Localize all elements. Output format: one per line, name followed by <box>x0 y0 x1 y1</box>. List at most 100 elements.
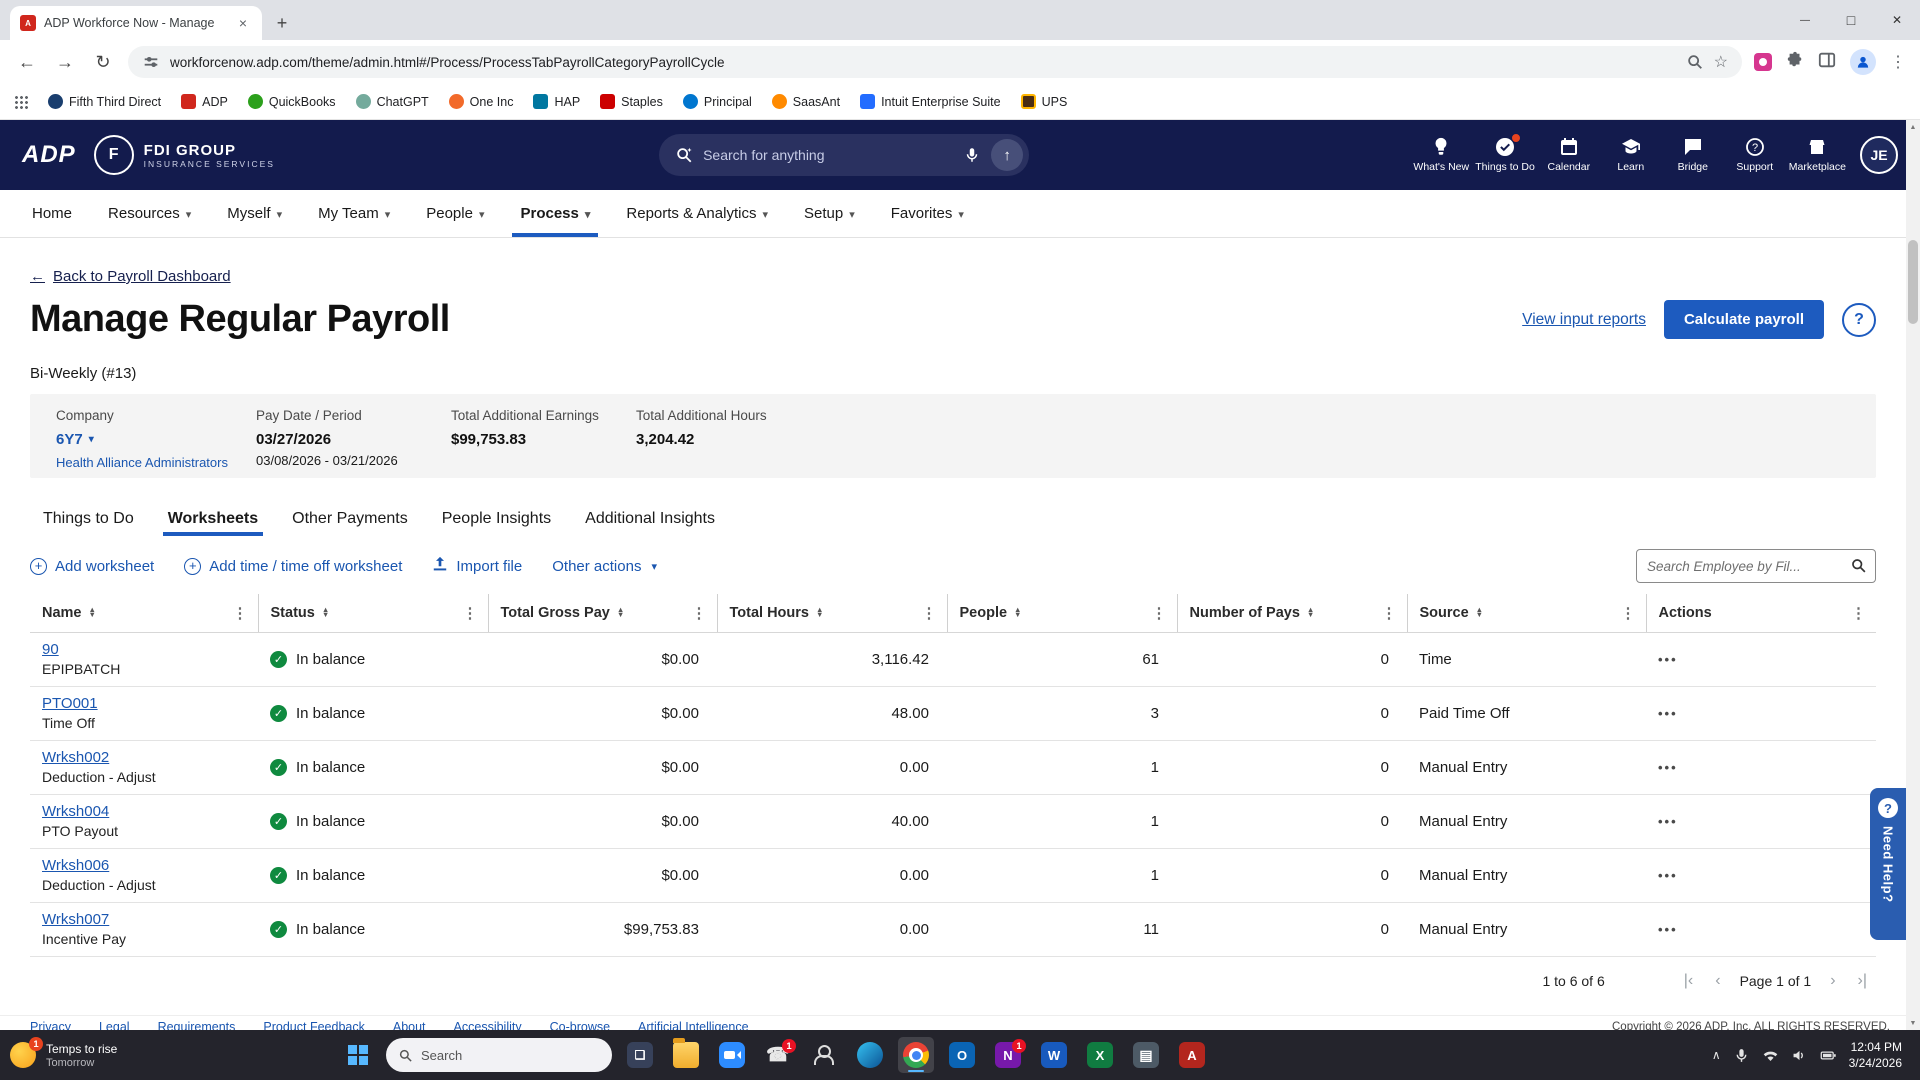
search-submit-button[interactable] <box>991 139 1023 171</box>
onenote-button[interactable]: 1 <box>990 1037 1026 1073</box>
column-header-people[interactable]: People <box>947 594 1177 632</box>
start-button[interactable] <box>340 1037 376 1073</box>
previous-page-button[interactable] <box>1712 972 1723 990</box>
zoom-app-button[interactable] <box>714 1037 750 1073</box>
taskbar-search-input[interactable] <box>421 1048 571 1063</box>
column-header-status[interactable]: Status <box>258 594 488 632</box>
column-menu-icon[interactable] <box>229 604 252 622</box>
tab-close-icon[interactable] <box>234 14 252 32</box>
window-maximize-button[interactable] <box>1828 0 1874 40</box>
bookmark-quickbooks[interactable]: QuickBooks <box>248 94 336 109</box>
bookmark-star-icon[interactable] <box>1714 52 1728 72</box>
task-view-button[interactable] <box>622 1037 658 1073</box>
footer-ai-link[interactable]: Artificial Intelligence <box>638 1018 748 1030</box>
taskbar-clock[interactable]: 12:04 PM 3/24/2026 <box>1849 1039 1902 1071</box>
last-page-button[interactable] <box>1855 972 1870 990</box>
footer-privacy-link[interactable]: Privacy <box>30 1018 71 1030</box>
scrollbar-thumb[interactable] <box>1908 240 1918 324</box>
chrome-button[interactable] <box>898 1037 934 1073</box>
nav-favorites[interactable]: Favorites <box>873 190 982 237</box>
column-header-name[interactable]: Name <box>30 594 258 632</box>
back-to-payroll-dashboard-link[interactable]: Back to Payroll Dashboard <box>30 268 231 285</box>
bookmark-chatgpt[interactable]: ChatGPT <box>356 94 429 109</box>
file-explorer-button[interactable] <box>668 1037 704 1073</box>
edge-button[interactable] <box>852 1037 888 1073</box>
weather-widget[interactable]: 1 Temps to rise Tomorrow <box>10 1042 210 1069</box>
browser-menu-icon[interactable] <box>1890 52 1906 72</box>
row-actions-button[interactable] <box>1658 922 1678 937</box>
footer-legal-link[interactable]: Legal <box>99 1018 130 1030</box>
bookmark-principal[interactable]: Principal <box>683 94 752 109</box>
row-actions-button[interactable] <box>1658 706 1678 721</box>
worksheet-link[interactable]: Wrksh007 <box>42 911 109 928</box>
footer-product-feedback-link[interactable]: Product Feedback <box>263 1018 364 1030</box>
calendar-button[interactable]: Calendar <box>1541 137 1597 173</box>
nav-people[interactable]: People <box>408 190 502 237</box>
column-menu-icon[interactable] <box>918 604 941 622</box>
add-worksheet-button[interactable]: Add worksheet <box>30 558 154 575</box>
microphone-icon[interactable] <box>1733 1047 1750 1064</box>
column-header-number-of-pays[interactable]: Number of Pays <box>1177 594 1407 632</box>
column-header-source[interactable]: Source <box>1407 594 1646 632</box>
column-menu-icon[interactable] <box>1378 604 1401 622</box>
nav-process[interactable]: Process <box>502 190 608 237</box>
browser-tab[interactable]: ADP Workforce Now - Manage <box>10 6 262 40</box>
footer-requirements-link[interactable]: Requirements <box>158 1018 236 1030</box>
footer-cobrowse-link[interactable]: Co-browse <box>550 1018 610 1030</box>
import-file-button[interactable]: Import file <box>432 556 522 576</box>
new-tab-button[interactable] <box>268 9 296 37</box>
sort-icon[interactable] <box>322 608 329 617</box>
bookmark-ups[interactable]: UPS <box>1021 94 1068 109</box>
tab-other-payments[interactable]: Other Payments <box>279 502 421 536</box>
side-panel-icon[interactable] <box>1818 51 1836 74</box>
bridge-button[interactable]: Bridge <box>1665 137 1721 173</box>
whats-new-button[interactable]: What's New <box>1413 137 1469 173</box>
footer-about-link[interactable]: About <box>393 1018 426 1030</box>
help-button[interactable] <box>1842 303 1876 337</box>
support-button[interactable]: ? Support <box>1727 137 1783 173</box>
wifi-icon[interactable] <box>1762 1047 1779 1064</box>
bookmark-one-inc[interactable]: One Inc <box>449 94 514 109</box>
tab-worksheets[interactable]: Worksheets <box>155 502 271 536</box>
apps-grid-icon[interactable] <box>14 95 28 109</box>
nav-my-team[interactable]: My Team <box>300 190 408 237</box>
window-close-button[interactable] <box>1874 0 1920 40</box>
column-header-total-hours[interactable]: Total Hours <box>717 594 947 632</box>
column-menu-icon[interactable] <box>1847 604 1870 622</box>
sort-icon[interactable] <box>1014 608 1021 617</box>
calculator-button[interactable] <box>1128 1037 1164 1073</box>
column-menu-icon[interactable] <box>688 604 711 622</box>
bookmark-fifth-third-direct[interactable]: Fifth Third Direct <box>48 94 161 109</box>
global-search-input[interactable] <box>703 147 953 163</box>
bookmark-staples[interactable]: Staples <box>600 94 663 109</box>
vertical-scrollbar[interactable]: ▲ ▼ <box>1906 120 1920 1030</box>
row-actions-button[interactable] <box>1658 868 1678 883</box>
things-to-do-button[interactable]: Things to Do <box>1475 137 1535 173</box>
battery-icon[interactable] <box>1820 1047 1837 1064</box>
row-actions-button[interactable] <box>1658 760 1678 775</box>
worksheet-link[interactable]: Wrksh004 <box>42 803 109 820</box>
site-settings-icon[interactable] <box>142 53 160 71</box>
column-header-actions[interactable]: Actions <box>1646 594 1876 632</box>
word-button[interactable] <box>1036 1037 1072 1073</box>
bookmark-intuit-enterprise-suite[interactable]: Intuit Enterprise Suite <box>860 94 1001 109</box>
nav-reports-analytics[interactable]: Reports & Analytics <box>608 190 786 237</box>
nav-setup[interactable]: Setup <box>786 190 873 237</box>
search-icon[interactable] <box>1850 557 1867 574</box>
other-actions-dropdown[interactable]: Other actions <box>552 558 657 575</box>
first-page-button[interactable] <box>1681 972 1696 990</box>
excel-button[interactable] <box>1082 1037 1118 1073</box>
forward-button[interactable]: → <box>52 52 78 73</box>
extensions-puzzle-icon[interactable] <box>1786 51 1804 74</box>
next-page-button[interactable] <box>1827 972 1838 990</box>
company-name-link[interactable]: Health Alliance Administrators <box>56 455 228 470</box>
window-minimize-button[interactable] <box>1782 0 1828 40</box>
global-search-bar[interactable] <box>659 134 1029 176</box>
scroll-down-arrow[interactable]: ▼ <box>1906 1016 1920 1030</box>
microphone-icon[interactable] <box>963 146 981 164</box>
add-time-worksheet-button[interactable]: Add time / time off worksheet <box>184 558 402 575</box>
phone-link-button[interactable]: 1 <box>760 1037 796 1073</box>
back-button[interactable]: ← <box>14 52 40 73</box>
worksheet-link[interactable]: 90 <box>42 641 59 658</box>
nav-resources[interactable]: Resources <box>90 190 209 237</box>
